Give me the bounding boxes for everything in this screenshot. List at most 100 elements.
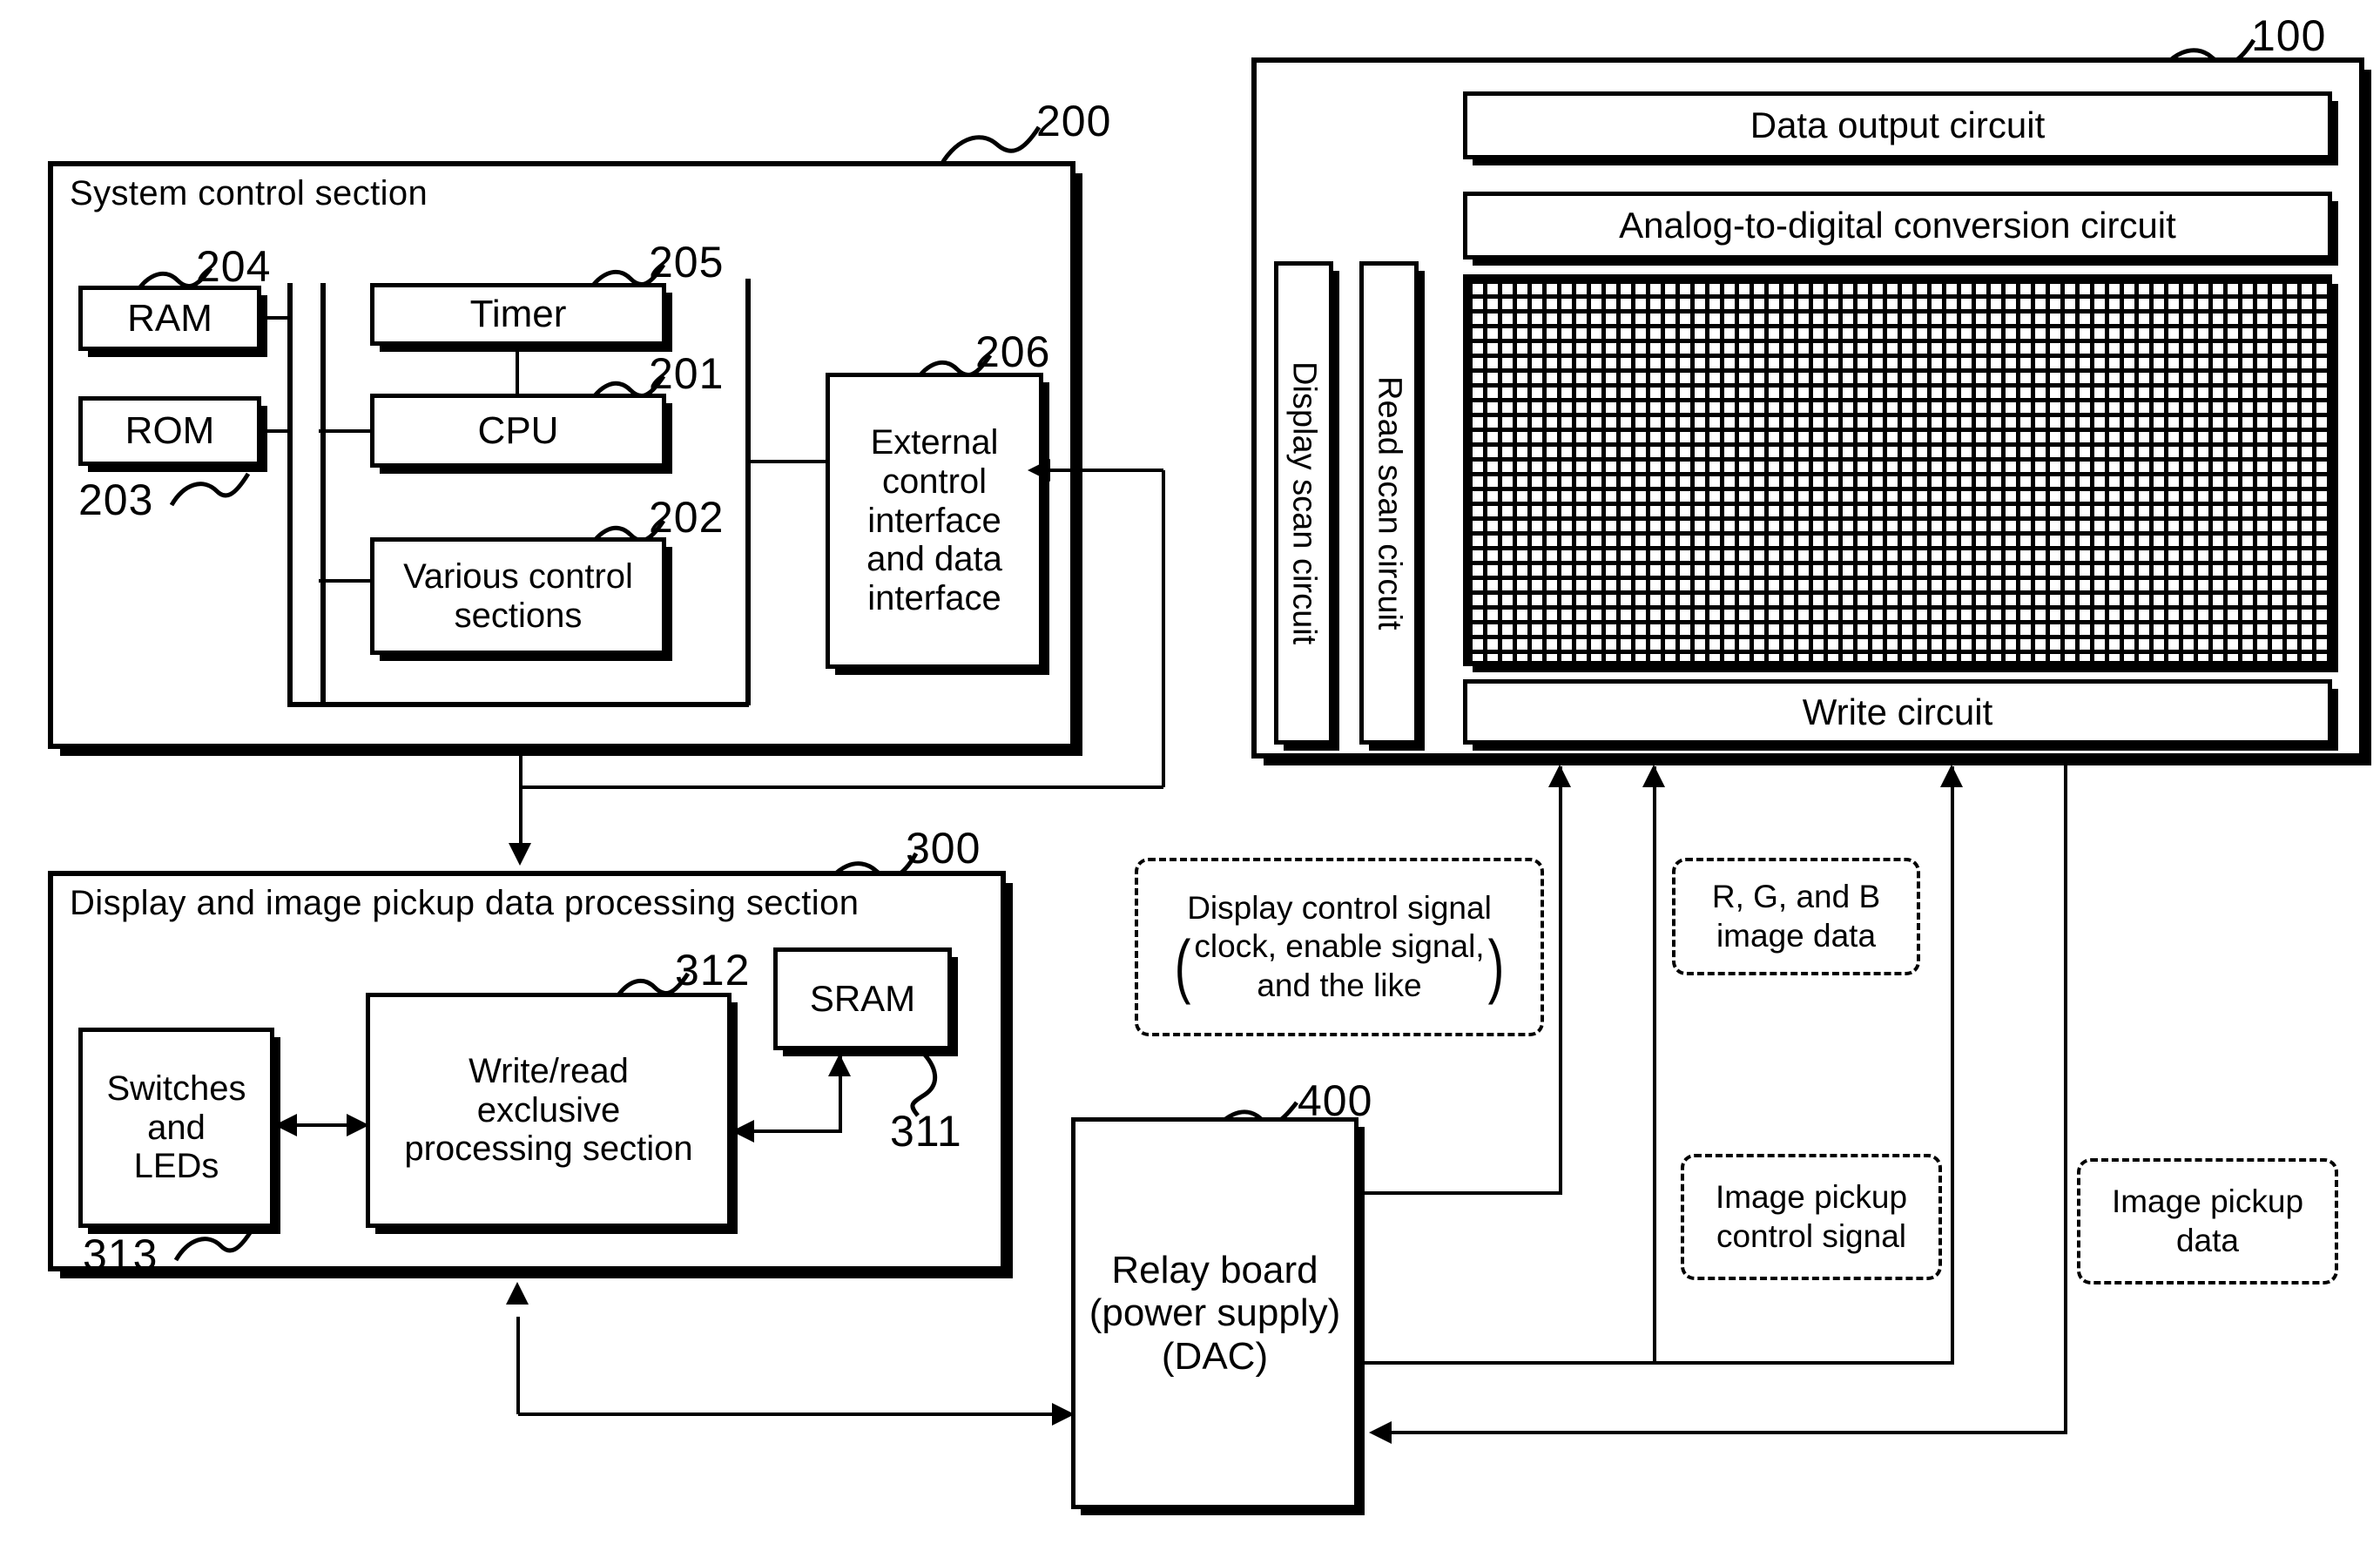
bus-cpu-connector [319, 429, 373, 433]
external-interface-line5: interface [867, 579, 1001, 618]
rgb-line1: R, G, and B [1711, 879, 1881, 915]
rgb-line2: image data [1716, 917, 1877, 954]
display-scan-circuit-label: Display scan circuit [1285, 361, 1323, 645]
display-control-signal-line2: clock, enable signal, [1194, 928, 1485, 965]
relay-to-proc-vline [516, 1317, 520, 1414]
write-read-line1: Write/read [469, 1051, 629, 1090]
pickup-control-line2: control signal [1716, 1217, 1906, 1254]
relay-board-line1: Relay board [1111, 1249, 1318, 1292]
display-control-signal-callout: Display control signal ( clock, enable s… [1135, 858, 1544, 1036]
switches-writeread-arrow-right [347, 1114, 369, 1136]
various-control-block: Various control sections [370, 537, 666, 655]
sys-to-proc-vline-b [519, 785, 523, 846]
writeread-to-sram-arrow [828, 1054, 851, 1076]
timer-label: Timer [469, 293, 567, 336]
ram-bus-connector [261, 316, 291, 320]
switches-writeread-line [294, 1123, 347, 1127]
display-scan-circuit-block: Display scan circuit [1274, 261, 1333, 745]
pickup-control-line1: Image pickup [1715, 1179, 1908, 1216]
pickup-data-line2: data [2175, 1222, 2239, 1258]
write-read-processing-block: Write/read exclusive processing section [366, 993, 732, 1228]
write-read-line3: processing section [404, 1129, 693, 1169]
relay-board-block: Relay board (power supply) (DAC) [1071, 1117, 1359, 1509]
relay-board-line2: (power supply) [1089, 1291, 1341, 1335]
relay-board-line3: (DAC) [1161, 1334, 1269, 1378]
external-interface-line3: interface [867, 501, 1001, 540]
sys-to-proc-arrow [509, 843, 531, 866]
external-interface-line2: control [881, 462, 988, 501]
ref-203: 203 [78, 475, 154, 524]
ref-313: 313 [83, 1230, 158, 1279]
external-interface-block: External control interface and data inte… [826, 373, 1043, 669]
write-circuit-block: Write circuit [1463, 679, 2332, 745]
switches-leds-line1: Switches [106, 1069, 246, 1108]
ext-iface-down-vline [1162, 470, 1165, 787]
various-control-label-line2: sections [454, 596, 583, 635]
image-pickup-data-callout: Image pickup data [2077, 1158, 2338, 1284]
leader-313 [174, 1227, 255, 1262]
display-control-signal-hline [1359, 1191, 1562, 1195]
switches-leds-line3: LEDs [133, 1147, 219, 1186]
pixel-array [1463, 274, 2332, 666]
pickup-control-hline [1359, 1361, 1954, 1365]
bus-line-right [320, 283, 326, 705]
rom-bus-connector [261, 429, 291, 433]
sram-to-writeread-arrow [732, 1120, 754, 1143]
rgb-signal-vline [1653, 766, 1656, 1363]
external-interface-line4: and data [866, 540, 1002, 579]
sys-to-proc-hline [519, 785, 1163, 789]
processing-section-title: Display and image pickup data processing… [70, 884, 860, 922]
pickup-data-arrow [1369, 1421, 1392, 1444]
proc-to-relay-hline [518, 1413, 1075, 1416]
cpu-block: CPU [370, 394, 666, 468]
leader-311 [910, 1049, 938, 1117]
relay-to-proc-arrow [506, 1282, 529, 1305]
timer-block: Timer [370, 283, 666, 346]
external-interface-line1: External [870, 423, 999, 462]
sram-feed-hline [751, 1129, 840, 1133]
paren-close: ) [1487, 925, 1505, 1006]
read-scan-circuit-label: Read scan circuit [1371, 375, 1408, 630]
data-output-circuit-label: Data output circuit [1750, 105, 2046, 146]
rom-block: ROM [78, 396, 261, 466]
bus-line-bottom [287, 702, 749, 707]
adc-circuit-block: Analog-to-digital conversion circuit [1463, 192, 2332, 260]
pickup-data-line1: Image pickup [2111, 1183, 2304, 1220]
switches-leds-line2: and [147, 1108, 206, 1147]
display-control-signal-line1: Display control signal [1187, 889, 1492, 926]
sys-to-proc-vline-a [519, 751, 523, 787]
pickup-data-vline [2064, 762, 2067, 1433]
display-control-signal-vline [1559, 766, 1562, 1193]
image-pickup-control-signal-callout: Image pickup control signal [1681, 1154, 1942, 1280]
pickup-data-hline [1390, 1431, 2067, 1434]
system-control-title: System control section [70, 174, 428, 212]
ram-block: RAM [78, 286, 261, 351]
display-control-signal-line3: and the like [1257, 967, 1422, 1003]
paren-open: ( [1174, 925, 1191, 1006]
bus-various-connector [319, 579, 373, 583]
cpu-label: CPU [477, 408, 559, 452]
figure-canvas: 200 System control section 204 RAM ROM 2… [0, 0, 2380, 1544]
proc-to-relay-arrow [1052, 1403, 1075, 1426]
adc-circuit-label: Analog-to-digital conversion circuit [1619, 205, 2176, 246]
ram-label: RAM [127, 296, 212, 340]
bus-line-left [287, 283, 293, 705]
switches-writeread-arrow-left [274, 1114, 297, 1136]
pickup-control-arrow [1940, 765, 1963, 787]
rgb-image-data-callout: R, G, and B image data [1672, 858, 1920, 975]
pickup-control-vline [1951, 766, 1954, 1363]
rgb-signal-arrow [1642, 765, 1665, 787]
bus-external-connector [747, 460, 827, 463]
switches-leds-block: Switches and LEDs [78, 1028, 274, 1228]
ext-iface-arrow-left [1028, 459, 1050, 482]
write-circuit-label: Write circuit [1802, 691, 1993, 732]
timer-cpu-connector [516, 345, 519, 397]
data-output-circuit-block: Data output circuit [1463, 91, 2332, 159]
display-control-signal-arrow [1548, 765, 1571, 787]
read-scan-circuit-block: Read scan circuit [1359, 261, 1419, 745]
bus-line-far-right [745, 279, 751, 705]
rom-label: ROM [125, 409, 215, 453]
sram-label: SRAM [809, 978, 916, 1020]
ext-iface-right-hline [1045, 469, 1163, 472]
sram-block: SRAM [773, 947, 952, 1050]
